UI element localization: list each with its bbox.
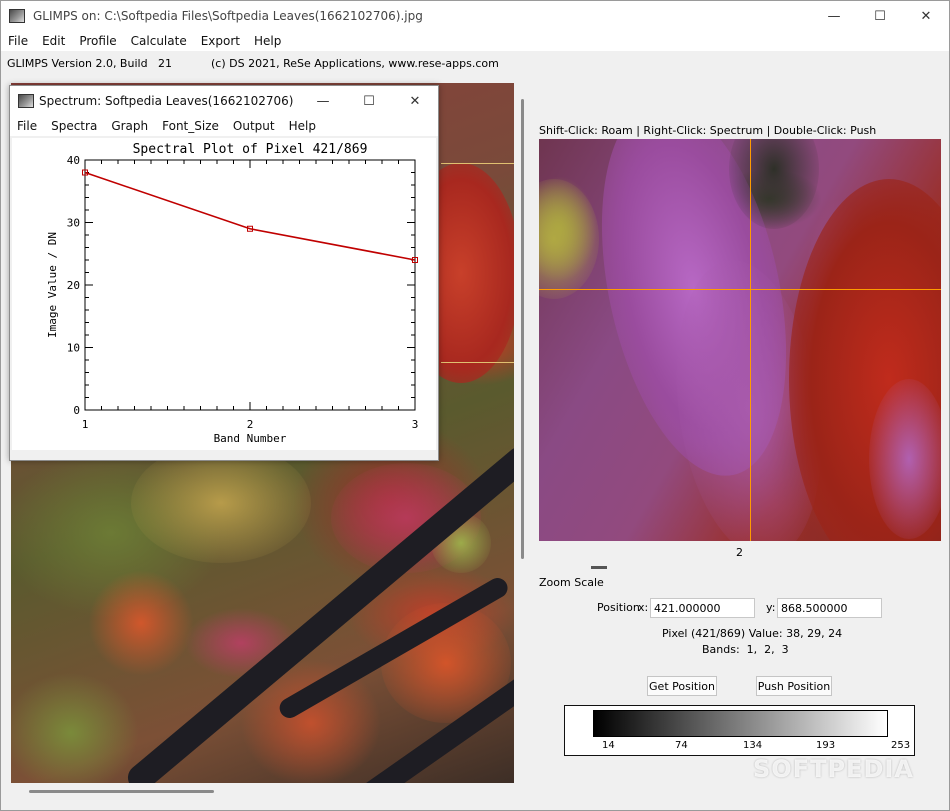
menu-bar: File Edit Profile Calculate Export Help	[1, 31, 949, 51]
menu-calculate[interactable]: Calculate	[124, 31, 194, 51]
spectrum-maximize-button[interactable]: ☐	[346, 86, 392, 116]
spectrum-menu-output[interactable]: Output	[226, 116, 282, 136]
colorbar-tick: 134	[743, 740, 763, 751]
spectrum-title-bar: Spectrum: Softpedia Leaves(1662102706) —…	[10, 86, 438, 116]
zoom-value: 2	[736, 546, 743, 559]
menu-file[interactable]: File	[1, 31, 35, 51]
spectrum-menu-graph[interactable]: Graph	[104, 116, 155, 136]
close-icon: ✕	[920, 8, 932, 24]
minimize-button[interactable]: —	[811, 1, 857, 31]
title-bar: GLIMPS on: C:\Softpedia Files\Softpedia …	[1, 1, 949, 31]
app-icon	[9, 9, 25, 23]
push-position-button[interactable]: Push Position	[756, 676, 832, 696]
window-title: GLIMPS on: C:\Softpedia Files\Softpedia …	[33, 9, 423, 23]
roi-line-bottom	[441, 362, 514, 363]
leaf-shape	[131, 443, 311, 563]
position-label: Position	[597, 601, 640, 614]
spectrum-app-icon	[18, 94, 34, 108]
pixel-value-text: Pixel (421/869) Value: 38, 29, 24	[662, 627, 843, 640]
menu-profile[interactable]: Profile	[72, 31, 123, 51]
spectrum-title: Spectrum: Softpedia Leaves(1662102706)	[39, 94, 294, 108]
maximize-button[interactable]: ☐	[857, 1, 903, 31]
spectrum-line	[84, 171, 416, 261]
horizontal-scrollbar[interactable]	[11, 784, 514, 798]
menu-export[interactable]: Export	[194, 31, 247, 51]
x-tick-label: 2	[247, 418, 254, 431]
spectrum-close-button[interactable]: ✕	[392, 86, 438, 116]
menu-edit[interactable]: Edit	[35, 31, 72, 51]
minimize-icon: —	[827, 8, 841, 24]
x-axis-label: Band Number	[214, 432, 287, 445]
colorbar-tick: 193	[816, 740, 836, 751]
y-tick-label: 10	[67, 342, 80, 355]
colorbar-tick: 253	[891, 740, 911, 751]
y-label: y:	[766, 601, 776, 614]
horizontal-scroll-thumb[interactable]	[29, 790, 214, 793]
minimize-icon: —	[316, 93, 330, 109]
y-tick-label: 30	[67, 217, 80, 230]
y-tick-label: 20	[67, 279, 80, 292]
color-bar: 14 74 134 193 253	[564, 705, 915, 756]
crosshair-horizontal	[539, 289, 941, 290]
plot-frame	[84, 159, 416, 411]
grayscale-gradient	[593, 710, 888, 737]
x-position-field[interactable]: 421.000000	[650, 598, 755, 618]
bands-text: Bands: 1, 2, 3	[702, 643, 789, 656]
spectrum-menu-help[interactable]: Help	[282, 116, 323, 136]
roi-line-top	[441, 163, 514, 164]
spectral-plot-svg: Spectral Plot of Pixel 421/8691 2 30102030…	[46, 142, 419, 445]
y-position-field[interactable]: 868.500000	[777, 598, 882, 618]
spectrum-menu-font-size[interactable]: Font_Size	[155, 116, 226, 136]
zoom-leaf-shape	[869, 379, 941, 539]
colorbar-tick: 74	[675, 740, 688, 751]
x-label: x:	[638, 601, 649, 614]
spectrum-minimize-button[interactable]: —	[300, 86, 346, 116]
zoom-view[interactable]	[539, 139, 941, 541]
spectrum-menu-file[interactable]: File	[10, 116, 44, 136]
version-text: GLIMPS Version 2.0, Build 21	[7, 57, 173, 70]
crosshair-vertical	[750, 139, 751, 541]
vertical-scrollbar[interactable]	[515, 83, 529, 783]
zoom-scale-label: Zoom Scale	[539, 576, 604, 589]
vertical-scroll-thumb[interactable]	[521, 99, 524, 559]
spectral-plot[interactable]: Spectral Plot of Pixel 421/869 1 2 3 0 10 20 30…	[12, 138, 436, 450]
menu-help[interactable]: Help	[247, 31, 288, 51]
main-window: GLIMPS on: C:\Softpedia Files\Softpedia …	[0, 0, 950, 811]
close-icon: ✕	[409, 93, 421, 109]
y-tick-label: 40	[67, 154, 80, 167]
x-tick-label: 3	[412, 418, 419, 431]
zoom-slider[interactable]	[591, 566, 607, 569]
spectrum-menu-spectra[interactable]: Spectra	[44, 116, 104, 136]
y-axis-label: Image Value / DN	[46, 232, 59, 338]
info-bar: GLIMPS Version 2.0, Build 21 (c) DS 2021…	[1, 53, 949, 75]
spectrum-window: Spectrum: Softpedia Leaves(1662102706) —…	[9, 85, 439, 461]
get-position-button[interactable]: Get Position	[647, 676, 717, 696]
colorbar-tick: 14	[602, 740, 615, 751]
y-tick-label: 0	[73, 404, 80, 417]
x-tick-label: 1	[82, 418, 89, 431]
close-button[interactable]: ✕	[903, 1, 949, 31]
watermark-text: SOFTPEDIA	[753, 755, 914, 783]
zoom-leaf-shape	[539, 179, 599, 299]
maximize-icon: ☐	[363, 93, 375, 109]
maximize-icon: ☐	[874, 8, 886, 24]
copyright-text: (c) DS 2021, ReSe Applications, www.rese…	[211, 57, 499, 70]
spectrum-menu-bar: File Spectra Graph Font_Size Output Help	[10, 116, 438, 136]
chart-title: Spectral Plot of Pixel 421/869	[133, 142, 368, 157]
mouse-hint: Shift-Click: Roam | Right-Click: Spectru…	[539, 124, 877, 137]
